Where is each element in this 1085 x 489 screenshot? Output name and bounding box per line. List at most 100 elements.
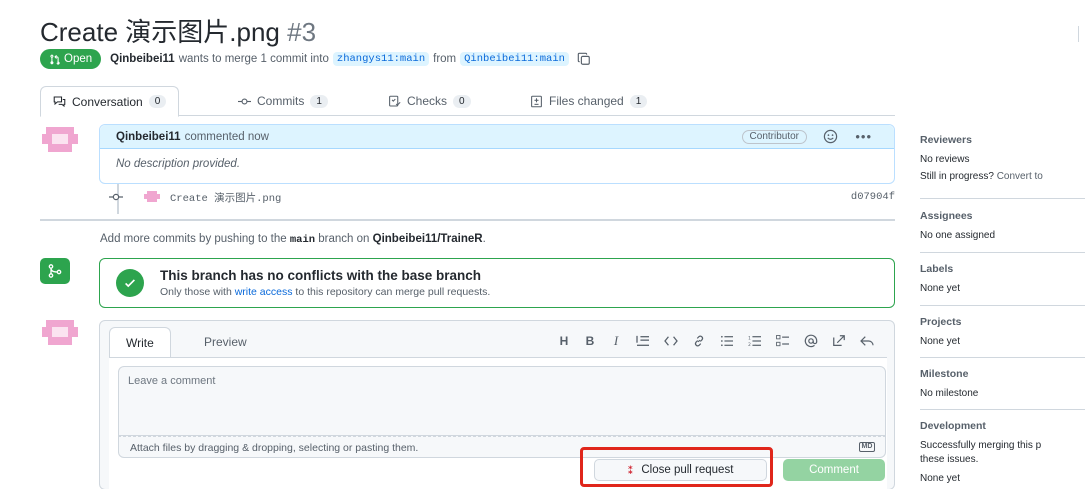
merge-status-icon-box bbox=[40, 258, 70, 284]
link-icon[interactable] bbox=[692, 334, 706, 348]
git-merge-icon bbox=[48, 264, 62, 278]
markdown-icon[interactable]: MD bbox=[859, 442, 875, 452]
pr-title-text: Create 演示图片.png bbox=[40, 17, 280, 47]
status-text: Open bbox=[64, 53, 93, 65]
reply-icon[interactable] bbox=[860, 335, 874, 347]
sidebar-assignees: Assignees No one assigned bbox=[920, 210, 1085, 243]
tab-files-changed[interactable]: Files changed 1 bbox=[518, 86, 659, 116]
sidebar-development: Development Successfully merging this p … bbox=[920, 420, 1085, 486]
bold-icon[interactable]: B bbox=[584, 334, 596, 348]
tab-label: Checks bbox=[407, 94, 448, 108]
comment-action[interactable]: commented now bbox=[185, 131, 269, 143]
sidebar-milestone: Milestone No milestone bbox=[920, 368, 1085, 401]
tab-preview[interactable]: Preview bbox=[188, 327, 263, 356]
code-icon[interactable] bbox=[664, 335, 678, 347]
head-branch[interactable]: Qinbeibei11:main bbox=[460, 52, 569, 66]
pr-meta: Open Qinbeibei11 wants to merge 1 commit… bbox=[40, 49, 591, 69]
comment-header: Qinbeibei11 commented now Contributor ••… bbox=[100, 125, 894, 149]
commit-sha-link[interactable]: d07904f bbox=[851, 191, 895, 203]
mention-icon[interactable] bbox=[804, 334, 818, 348]
sidebar-value: No milestone bbox=[920, 388, 979, 399]
tab-commits[interactable]: Commits 1 bbox=[226, 86, 340, 116]
merge-sub-prefix: Only those with bbox=[160, 286, 232, 298]
svg-text:2: 2 bbox=[748, 342, 751, 347]
svg-text:1: 1 bbox=[748, 335, 751, 341]
tab-write[interactable]: Write bbox=[109, 327, 171, 357]
commit-row: Create 演示图片.png d07904f bbox=[108, 188, 895, 206]
sidebar-heading[interactable]: Assignees bbox=[920, 210, 1085, 222]
copy-icon[interactable] bbox=[577, 52, 591, 66]
cross-reference-icon[interactable] bbox=[832, 334, 846, 348]
sidebar-heading[interactable]: Labels bbox=[920, 263, 1085, 275]
comment-textarea[interactable]: Leave a comment bbox=[118, 366, 886, 436]
pr-number: #3 bbox=[287, 17, 317, 47]
repo-link[interactable]: Qinbeibei11/TraineR bbox=[373, 233, 483, 245]
sidebar-divider bbox=[920, 305, 1085, 306]
sidebar-value: None yet bbox=[920, 336, 961, 347]
sidebar-projects: Projects None yet bbox=[920, 316, 1085, 349]
convert-to-draft-link[interactable]: Convert to bbox=[997, 171, 1043, 182]
italic-icon[interactable]: I bbox=[610, 333, 622, 349]
tab-counter: 0 bbox=[148, 95, 167, 108]
sidebar-value: Successfully merging this p these issues… bbox=[920, 439, 1085, 486]
edge-divider bbox=[1078, 26, 1079, 42]
sidebar-value: No reviews Still in progress? Convert to bbox=[920, 153, 1085, 184]
comment-card: Qinbeibei11 commented now Contributor ••… bbox=[99, 124, 895, 184]
unordered-list-icon[interactable] bbox=[720, 335, 734, 347]
sidebar-divider bbox=[920, 198, 1085, 199]
avatar[interactable] bbox=[144, 191, 160, 203]
add-commits-branch: main bbox=[289, 234, 316, 246]
checklist-icon bbox=[389, 95, 401, 106]
tab-label: Conversation bbox=[72, 94, 143, 109]
development-none: None yet bbox=[920, 473, 961, 484]
comment-body: No description provided. bbox=[116, 158, 241, 170]
pr-author-link[interactable]: Qinbeibei11 bbox=[110, 53, 175, 65]
status-badge: Open bbox=[40, 49, 102, 69]
merge-status-subtitle: Only those with write access to this rep… bbox=[160, 286, 490, 298]
avatar[interactable] bbox=[40, 125, 80, 155]
sidebar-heading[interactable]: Reviewers bbox=[920, 134, 1085, 146]
kebab-horizontal-icon[interactable]: ••• bbox=[855, 129, 872, 144]
timeline-divider bbox=[40, 219, 895, 221]
heading-icon[interactable]: H bbox=[558, 334, 570, 348]
file-diff-icon bbox=[531, 95, 542, 107]
sidebar-heading[interactable]: Milestone bbox=[920, 368, 1085, 380]
task-list-icon[interactable] bbox=[776, 335, 790, 347]
write-access-link[interactable]: write access bbox=[235, 286, 293, 298]
check-circle-icon bbox=[116, 269, 144, 297]
tab-counter: 1 bbox=[629, 94, 648, 108]
reviewers-none: No reviews bbox=[920, 154, 970, 165]
add-commits-prefix: Add more commits by pushing to the bbox=[100, 233, 287, 245]
quote-icon[interactable] bbox=[636, 335, 650, 347]
commit-icon bbox=[238, 97, 251, 105]
comment-button[interactable]: Comment bbox=[783, 459, 885, 481]
pr-title: Create 演示图片.png #3 bbox=[40, 12, 316, 49]
development-line: Successfully merging this p bbox=[920, 440, 1042, 451]
commit-message-link[interactable]: Create 演示图片.png bbox=[170, 190, 281, 205]
tab-counter: 0 bbox=[453, 94, 471, 108]
avatar[interactable] bbox=[40, 318, 80, 348]
merge-status-title: This branch has no conflicts with the ba… bbox=[160, 268, 482, 283]
highlight-annotation bbox=[580, 447, 773, 487]
sidebar-reviewers: Reviewers No reviews Still in progress? … bbox=[920, 134, 1085, 184]
tab-counter: 1 bbox=[310, 94, 328, 108]
textarea-placeholder: Leave a comment bbox=[128, 375, 216, 387]
add-commits-suffix: . bbox=[482, 233, 486, 245]
smiley-icon[interactable] bbox=[823, 129, 838, 144]
sidebar-divider bbox=[920, 409, 1085, 410]
pull-request-icon bbox=[50, 54, 60, 65]
tab-conversation[interactable]: Conversation 0 bbox=[40, 86, 180, 117]
merge-sub-suffix: to this repository can merge pull reques… bbox=[295, 286, 491, 298]
sidebar-heading[interactable]: Development bbox=[920, 420, 1085, 432]
ordered-list-icon[interactable]: 12 bbox=[748, 335, 762, 347]
sidebar-labels: Labels None yet bbox=[920, 263, 1085, 296]
pr-tabs: Conversation 0 Commits 1 Checks 0 Files … bbox=[40, 86, 895, 117]
base-branch[interactable]: zhangys11:main bbox=[332, 52, 430, 66]
from-text: from bbox=[433, 53, 457, 65]
comment-discussion-icon bbox=[53, 96, 66, 108]
tab-checks[interactable]: Checks 0 bbox=[376, 86, 483, 116]
comment-author-link[interactable]: Qinbeibei11 bbox=[116, 131, 181, 143]
attach-text: Attach files by dragging & dropping, sel… bbox=[130, 442, 419, 454]
sidebar-value: None yet bbox=[920, 283, 961, 294]
sidebar-heading[interactable]: Projects bbox=[920, 316, 1085, 328]
